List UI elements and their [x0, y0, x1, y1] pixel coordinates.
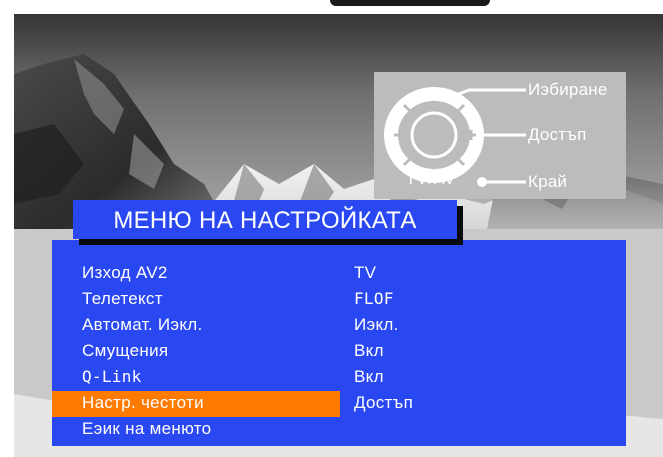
menu-item-label: Настр. честоти — [82, 393, 204, 412]
settings-menu: Изход AV2 TV Телетекст FLOF Автомат. Иэк… — [52, 240, 626, 446]
menu-item-label: Q-Link — [82, 367, 142, 386]
menu-item-value: Достъп — [354, 393, 414, 412]
menu-item-auto-off[interactable]: Автомат. Иэкл. Иэкл. — [52, 313, 626, 339]
screen-top-shadow — [330, 0, 490, 6]
menu-item-value: Вкл — [354, 341, 384, 360]
menu-item-interference[interactable]: Смущения Вкл — [52, 339, 626, 365]
dpad-up-arrow-icon — [427, 99, 441, 110]
help-select-label: Иэбиране — [528, 80, 608, 99]
menu-item-frequency-tuning[interactable]: Настр. честоти Достъп — [52, 391, 626, 417]
menu-item-menu-language[interactable]: Еэик на менюто — [52, 417, 626, 443]
help-access-label: Достъп — [528, 125, 587, 144]
menu-item-label: Смущения — [82, 341, 169, 360]
menu-item-label: Телетекст — [82, 289, 163, 308]
tv-av-label: TV/AV — [406, 171, 457, 188]
menu-item-teletext[interactable]: Телетекст FLOF — [52, 287, 626, 313]
menu-item-value: Иэкл. — [354, 315, 399, 334]
menu-item-value: Вкл — [354, 367, 384, 386]
menu-item-value: FLOF — [354, 289, 394, 308]
menu-item-value: TV — [354, 263, 377, 282]
dpad-down-arrow-icon — [427, 160, 441, 171]
menu-item-label: Изход AV2 — [82, 263, 168, 282]
menu-title-bar: МЕНЮ НА НАСТРОЙКАТА — [73, 200, 457, 239]
menu-item-label: Еэик на менюто — [82, 419, 212, 438]
tv-screen: TV/AV Иэбиране Достъп Край МЕНЮ НА НАСТР… — [14, 14, 663, 457]
help-exit-label: Край — [528, 172, 568, 191]
remote-help-panel: TV/AV Иэбиране Достъп Край — [374, 72, 626, 199]
menu-item-label: Автомат. Иэкл. — [82, 315, 203, 334]
menu-item-q-link[interactable]: Q-Link Вкл — [52, 365, 626, 391]
screen-top-border — [0, 0, 663, 14]
menu-item-av2-output[interactable]: Изход AV2 TV — [52, 261, 626, 287]
menu-title: МЕНЮ НА НАСТРОЙКАТА — [113, 207, 417, 234]
